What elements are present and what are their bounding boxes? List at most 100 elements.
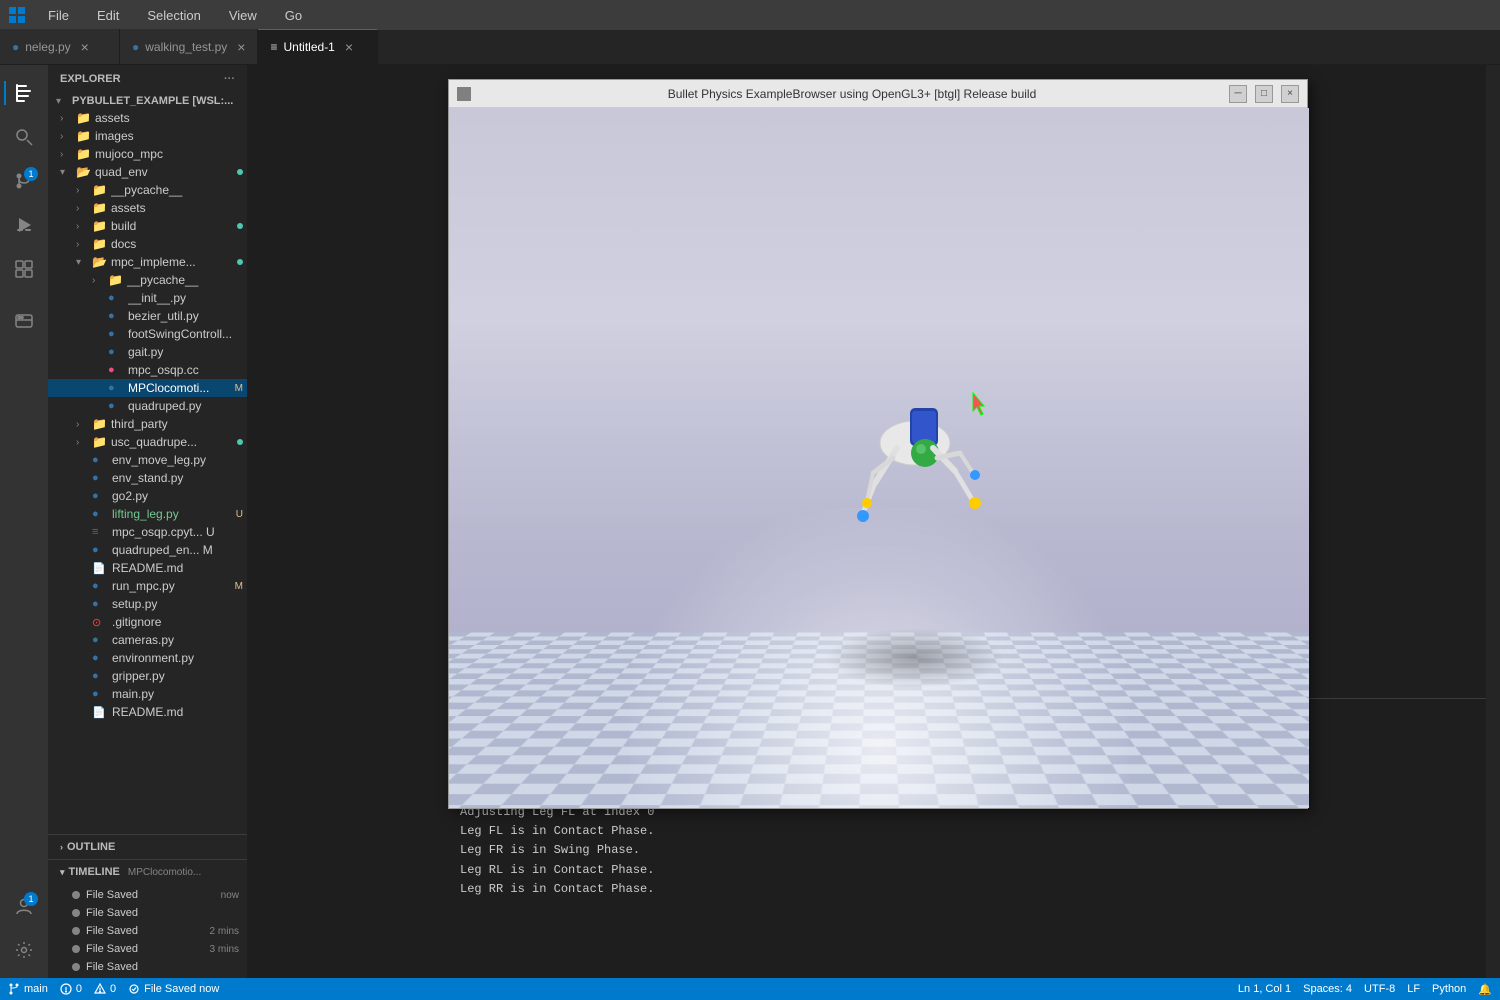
activity-settings[interactable] bbox=[4, 930, 44, 970]
tab-neleg-icon: ● bbox=[12, 40, 19, 54]
tab-untitled[interactable]: ≡ Untitled-1 × bbox=[258, 29, 378, 64]
activity-run-debug[interactable] bbox=[4, 205, 44, 245]
tree-readme-2[interactable]: › 📄 README.md bbox=[48, 703, 247, 721]
menu-selection[interactable]: Selection bbox=[141, 6, 206, 25]
outline-title[interactable]: › OUTLINE bbox=[48, 835, 247, 859]
status-spaces[interactable]: Spaces: 4 bbox=[1303, 983, 1352, 996]
app-icon bbox=[8, 6, 26, 24]
timeline-item-time-2: 2 mins bbox=[210, 926, 239, 937]
run-mpc-badge: M bbox=[235, 581, 243, 592]
status-language[interactable]: Python bbox=[1432, 983, 1466, 996]
physics-window[interactable]: Bullet Physics ExampleBrowser using Open… bbox=[448, 79, 1308, 809]
tree-go2[interactable]: › ● go2.py bbox=[48, 487, 247, 505]
status-line-col[interactable]: Ln 1, Col 1 bbox=[1238, 983, 1291, 996]
right-scrollbar[interactable] bbox=[1486, 65, 1500, 978]
tree-mpc-osqp-cpyt[interactable]: › ≡ mpc_osqp.cpyt... U bbox=[48, 523, 247, 541]
tab-walking-test[interactable]: ● walking_test.py × bbox=[120, 29, 258, 64]
status-line-ending[interactable]: LF bbox=[1407, 983, 1420, 996]
tree-mpc-impl[interactable]: ▾ 📂 mpc_impleme... bbox=[48, 253, 247, 271]
error-icon bbox=[60, 983, 72, 995]
tree-quadruped[interactable]: › ● quadruped.py bbox=[48, 397, 247, 415]
tree-mujoco-mpc[interactable]: › 📁 mujoco_mpc bbox=[48, 145, 247, 163]
sidebar-more-icon[interactable]: ··· bbox=[224, 73, 235, 85]
activity-extensions[interactable] bbox=[4, 249, 44, 289]
tree-pycache-2[interactable]: › 📁 __pycache__ bbox=[48, 271, 247, 289]
menu-file[interactable]: File bbox=[42, 6, 75, 25]
tree-pycache-1[interactable]: › 📁 __pycache__ bbox=[48, 181, 247, 199]
tree-lifting-leg[interactable]: › ● lifting_leg.py U bbox=[48, 505, 247, 523]
env-stand-icon: ● bbox=[92, 472, 108, 484]
assets-folder-icon: 📁 bbox=[76, 111, 91, 125]
tree-env-stand[interactable]: › ● env_stand.py bbox=[48, 469, 247, 487]
third-party-label: third_party bbox=[111, 417, 247, 431]
timeline-item-label-4: File Saved bbox=[86, 961, 233, 973]
tree-cameras[interactable]: › ● cameras.py bbox=[48, 631, 247, 649]
third-party-chevron: › bbox=[76, 419, 92, 430]
tree-setup[interactable]: › ● setup.py bbox=[48, 595, 247, 613]
activity-remote[interactable] bbox=[4, 301, 44, 341]
tree-mpclocomotion[interactable]: › ● MPClocomoti... M bbox=[48, 379, 247, 397]
env-stand-label: env_stand.py bbox=[112, 471, 247, 485]
third-party-icon: 📁 bbox=[92, 417, 107, 431]
activity-search[interactable] bbox=[4, 117, 44, 157]
tree-environment[interactable]: › ● environment.py bbox=[48, 649, 247, 667]
status-bar: main 0 0 File Saved now Ln 1, Col 1 Spac… bbox=[0, 978, 1500, 1000]
tab-neleg-close[interactable]: × bbox=[81, 39, 89, 55]
tree-assets[interactable]: › 📁 assets bbox=[48, 109, 247, 127]
status-warnings[interactable]: 0 bbox=[94, 983, 116, 995]
timeline-dot-4 bbox=[72, 963, 80, 971]
sidebar: Explorer ··· ▾ PYBULLET_EXAMPLE [WSL:...… bbox=[48, 65, 248, 978]
tree-usc[interactable]: › 📁 usc_quadrupe... bbox=[48, 433, 247, 451]
tree-docs[interactable]: › 📁 docs bbox=[48, 235, 247, 253]
status-git-branch[interactable]: main bbox=[8, 983, 48, 995]
tree-gitignore[interactable]: › ⊙ .gitignore bbox=[48, 613, 247, 631]
bezier-icon: ● bbox=[108, 310, 124, 322]
status-notifications[interactable]: 🔔 bbox=[1478, 983, 1492, 996]
tree-gait[interactable]: › ● gait.py bbox=[48, 343, 247, 361]
environment-label: environment.py bbox=[112, 651, 247, 665]
timeline-item-3[interactable]: File Saved 3 mins bbox=[48, 940, 247, 958]
tree-quad-env[interactable]: ▾ 📂 quad_env bbox=[48, 163, 247, 181]
tree-mpc-osqp-cc[interactable]: › ● mpc_osqp.cc bbox=[48, 361, 247, 379]
mpclocomotion-badge: M bbox=[235, 383, 243, 394]
tree-quadruped-en[interactable]: › ● quadruped_en... M bbox=[48, 541, 247, 559]
tree-assets-sub[interactable]: › 📁 assets bbox=[48, 199, 247, 217]
mpc-osqp-cpyt-label: mpc_osqp.cpyt... U bbox=[112, 525, 247, 539]
tab-neleg[interactable]: ● neleg.py × bbox=[0, 29, 120, 64]
tree-main-py[interactable]: › ● main.py bbox=[48, 685, 247, 703]
timeline-dot-2 bbox=[72, 927, 80, 935]
timeline-item-4[interactable]: File Saved bbox=[48, 958, 247, 976]
status-errors[interactable]: 0 bbox=[60, 983, 82, 995]
timeline-title[interactable]: ▾ TIMELINE MPClocomotio... bbox=[48, 860, 247, 884]
menu-edit[interactable]: Edit bbox=[91, 6, 125, 25]
tab-untitled-close[interactable]: × bbox=[345, 39, 353, 55]
timeline-item-2[interactable]: File Saved 2 mins bbox=[48, 922, 247, 940]
project-root[interactable]: ▾ PYBULLET_EXAMPLE [WSL:... bbox=[48, 93, 247, 109]
physics-minimize-button[interactable]: ─ bbox=[1229, 85, 1247, 103]
tree-init-py[interactable]: › ● __init__.py bbox=[48, 289, 247, 307]
tree-third-party[interactable]: › 📁 third_party bbox=[48, 415, 247, 433]
timeline-item-0[interactable]: File Saved now bbox=[48, 886, 247, 904]
tree-gripper[interactable]: › ● gripper.py bbox=[48, 667, 247, 685]
tree-env-move[interactable]: › ● env_move_leg.py bbox=[48, 451, 247, 469]
gait-label: gait.py bbox=[128, 345, 247, 359]
tree-bezier[interactable]: › ● bezier_util.py bbox=[48, 307, 247, 325]
tree-footswing[interactable]: › ● footSwingControll... bbox=[48, 325, 247, 343]
physics-maximize-button[interactable]: □ bbox=[1255, 85, 1273, 103]
lifting-label: lifting_leg.py bbox=[112, 507, 236, 521]
physics-close-button[interactable]: × bbox=[1281, 85, 1299, 103]
readme2-label: README.md bbox=[112, 705, 247, 719]
tree-run-mpc[interactable]: › ● run_mpc.py M bbox=[48, 577, 247, 595]
tree-build[interactable]: › 📁 build bbox=[48, 217, 247, 235]
activity-account[interactable]: 1 bbox=[4, 886, 44, 926]
tree-images[interactable]: › 📁 images bbox=[48, 127, 247, 145]
status-encoding[interactable]: UTF-8 bbox=[1364, 983, 1395, 996]
menu-go[interactable]: Go bbox=[279, 6, 308, 25]
activity-explorer[interactable] bbox=[4, 73, 44, 113]
tab-walking-test-close[interactable]: × bbox=[237, 39, 245, 55]
timeline-item-1[interactable]: File Saved bbox=[48, 904, 247, 922]
outline-chevron-icon: › bbox=[60, 842, 63, 852]
tree-readme-1[interactable]: › 📄 README.md bbox=[48, 559, 247, 577]
activity-source-control[interactable]: 1 bbox=[4, 161, 44, 201]
menu-view[interactable]: View bbox=[223, 6, 263, 25]
